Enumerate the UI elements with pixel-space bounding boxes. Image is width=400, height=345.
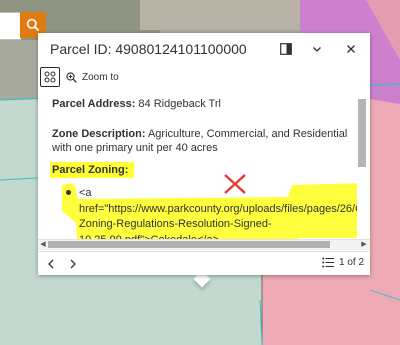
list-bullet [66,190,71,195]
select-feature-button[interactable] [40,67,60,87]
chevron-left-icon [48,259,54,269]
previous-feature-button[interactable] [44,257,58,271]
popup-content: Parcel Address: 84 Ridgeback Trl Zone De… [38,93,370,249]
popup-title: Parcel ID: 49080124101100000 [50,41,247,57]
raw-html-line: href="https://www.parkcounty.org/uploads… [79,202,364,215]
zoom-to-action[interactable]: Zoom to [66,68,119,86]
close-icon [347,45,355,53]
popup-footer: 1 of 2 [38,251,370,276]
next-feature-button[interactable] [66,257,80,271]
close-button[interactable] [340,38,362,60]
feature-pager[interactable]: 1 of 2 [322,257,364,268]
raw-html-line: <a [79,187,92,199]
features-grid-icon [44,71,56,83]
horizontal-scroll-thumb[interactable] [48,241,330,248]
vertical-scroll-thumb[interactable] [358,99,366,167]
scroll-left-arrow-icon[interactable]: ◀ [39,239,47,249]
red-x-mark-icon [224,174,246,194]
scroll-right-arrow-icon[interactable]: ▶ [360,239,368,249]
popup-action-bar: Zoom to [38,65,370,89]
feature-popup: Parcel ID: 49080124101100000 Zoom to Par… [38,33,370,275]
search-input[interactable] [0,12,21,40]
search-icon [26,18,40,32]
zoom-to-label: Zoom to [82,71,119,83]
dock-button[interactable] [275,38,297,60]
chevron-down-icon [313,47,321,52]
popup-header: Parcel ID: 49080124101100000 [38,33,370,63]
dock-icon [280,43,292,55]
pager-text: 1 of 2 [339,257,365,268]
chevron-right-icon [70,259,76,269]
raw-html-line: Zoning-Regulations-Resolution-Signed- [79,218,272,230]
list-icon [322,257,334,268]
zoom-in-icon [66,71,77,83]
collapse-button[interactable] [306,38,328,60]
